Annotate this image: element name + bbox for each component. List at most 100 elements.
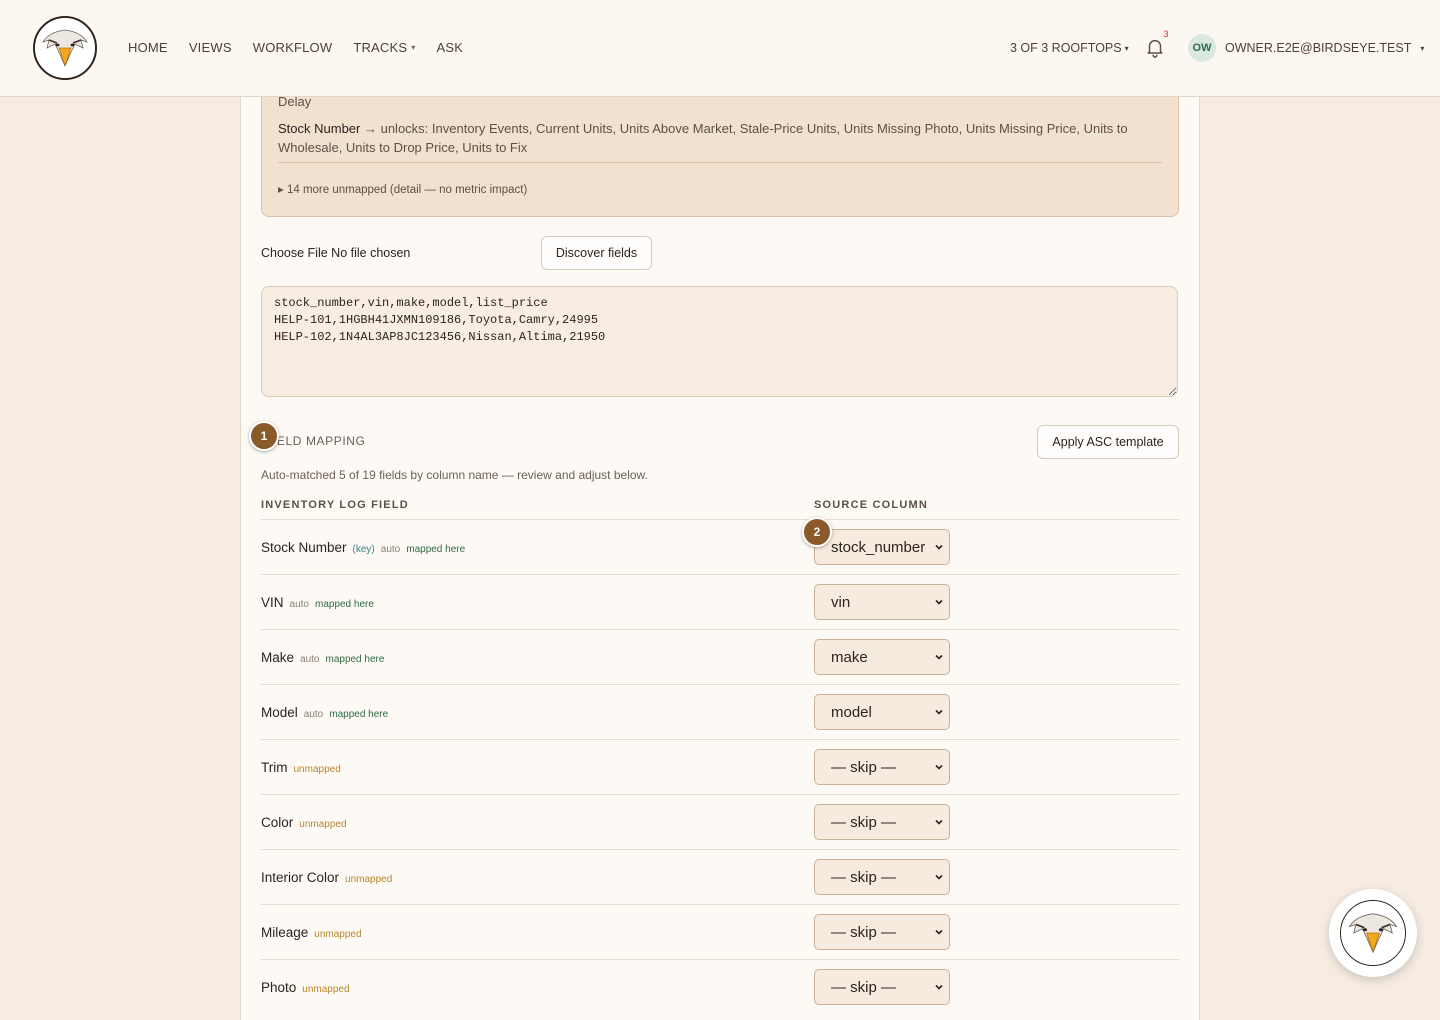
field-name: Mileage unmapped	[261, 925, 362, 940]
table-row: Model auto mapped here model	[261, 684, 1179, 739]
source-column-value: — skip —	[831, 814, 897, 831]
source-column-select[interactable]: — skip —	[814, 914, 950, 950]
status-tag: mapped here	[406, 544, 466, 555]
auto-tag: auto	[380, 544, 401, 555]
user-avatar[interactable]: OW	[1188, 34, 1216, 62]
eagle-logo-icon[interactable]	[33, 16, 97, 80]
status-tag: unmapped	[299, 819, 347, 830]
chevron-down-icon	[935, 819, 943, 825]
status-tag: unmapped	[302, 984, 350, 995]
field-name: Make auto mapped here	[261, 650, 384, 665]
status-tag: unmapped	[293, 764, 341, 775]
auto-tag: auto	[300, 654, 320, 665]
table-row: Photo unmapped — skip —	[261, 959, 1179, 1014]
nav-tracks-label: TRACKS	[353, 40, 408, 55]
source-column-value: — skip —	[831, 759, 897, 776]
caret-down-icon: ▾	[1124, 44, 1129, 53]
auto-match-note: Auto-matched 5 of 19 fields by column na…	[261, 468, 648, 482]
nav-workflow[interactable]: WORKFLOW	[253, 40, 333, 55]
source-column-select[interactable]: — skip —	[814, 859, 950, 895]
notice-unlock-text: Stock Number → unlocks: Inventory Events…	[278, 119, 1158, 157]
nav-ask[interactable]: ASK	[436, 40, 463, 55]
status-tag: mapped here	[314, 599, 374, 610]
source-column-select[interactable]: vin	[814, 584, 950, 620]
unlock-field-name: Stock Number	[278, 121, 361, 136]
auto-tag: auto	[303, 709, 324, 720]
top-navigation-bar: HOME VIEWS WORKFLOW TRACKS ▾ ASK 3 OF 3 R…	[0, 0, 1440, 97]
nav-views[interactable]: VIEWS	[189, 40, 232, 55]
field-label: Model	[261, 705, 298, 720]
field-label: Mileage	[261, 925, 309, 940]
source-column-value: model	[831, 704, 872, 721]
chevron-down-icon	[935, 709, 943, 715]
key-tag: (key)	[352, 544, 375, 555]
chevron-down-icon	[935, 984, 943, 990]
field-label: Make	[261, 650, 295, 665]
nav-home[interactable]: HOME	[128, 40, 168, 55]
source-column-select[interactable]: model	[814, 694, 950, 730]
table-row: Color unmapped — skip —	[261, 794, 1179, 849]
status-tag: unmapped	[314, 929, 362, 940]
table-row: Make auto mapped here make	[261, 629, 1179, 684]
choose-file-input[interactable]: Choose File No file chosen	[261, 246, 410, 260]
field-name: Interior Color unmapped	[261, 870, 392, 885]
chevron-down-icon	[935, 764, 943, 770]
field-label: Stock Number	[261, 540, 347, 555]
source-column-select[interactable]: — skip —	[814, 749, 950, 785]
more-unmapped-toggle[interactable]: ▸ 14 more unmapped (detail — no metric i…	[278, 182, 527, 196]
status-tag: mapped here	[329, 709, 389, 720]
field-name: Color unmapped	[261, 815, 347, 830]
field-mapping-title: FIELD MAPPING	[265, 434, 366, 448]
source-column-select[interactable]: stock_number	[814, 529, 950, 565]
field-name: Photo unmapped	[261, 980, 350, 995]
field-name: VIN auto mapped here	[261, 595, 374, 610]
field-label: Trim	[261, 760, 288, 775]
notice-divider	[278, 162, 1162, 163]
assistant-launcher-button[interactable]	[1329, 889, 1417, 977]
table-row: Stock Number (key) auto mapped here stock_n…	[261, 519, 1179, 574]
table-row: Interior Color unmapped — skip —	[261, 849, 1179, 904]
source-column-select[interactable]: — skip —	[814, 804, 950, 840]
field-label: Photo	[261, 980, 297, 995]
chevron-down-icon	[935, 544, 943, 550]
field-label: Color	[261, 815, 294, 830]
source-column-value: — skip —	[831, 979, 897, 996]
source-column-value: stock_number	[831, 539, 926, 556]
field-name: Model auto mapped here	[261, 705, 388, 720]
field-name: Stock Number (key) auto mapped here	[261, 540, 465, 555]
chevron-down-icon	[935, 929, 943, 935]
chevron-down-icon	[935, 599, 943, 605]
csv-sample-textarea[interactable]: stock_number,vin,make,model,list_price H…	[261, 286, 1178, 397]
status-tag: unmapped	[345, 874, 393, 885]
chevron-down-icon	[935, 654, 943, 660]
rooftop-selector-label: 3 OF 3 ROOFTOPS	[1010, 41, 1122, 55]
field-name: Trim unmapped	[261, 760, 341, 775]
auto-tag: auto	[289, 599, 309, 610]
notification-count-badge: 3	[1163, 29, 1169, 39]
main-nav: HOME VIEWS WORKFLOW TRACKS ▾ ASK	[128, 40, 463, 55]
chevron-down-icon	[935, 874, 943, 880]
rooftop-selector[interactable]: 3 OF 3 ROOFTOPS ▾	[1010, 41, 1129, 55]
source-column-value: make	[831, 649, 868, 666]
user-menu[interactable]: OWNER.E2E@BIRDSEYE.TEST ▾	[1225, 41, 1424, 55]
caret-down-icon: ▾	[1420, 44, 1425, 53]
source-column-value: vin	[831, 594, 851, 611]
apply-asc-template-button[interactable]: Apply ASC template	[1037, 425, 1179, 459]
column-header-source: SOURCE COLUMN	[814, 499, 928, 511]
step-marker-1: 1	[249, 421, 279, 451]
field-label: Interior Color	[261, 870, 340, 885]
source-column-select[interactable]: make	[814, 639, 950, 675]
status-tag: mapped here	[325, 654, 385, 665]
nav-tracks[interactable]: TRACKS ▾	[353, 40, 415, 55]
column-header-field: INVENTORY LOG FIELD	[261, 499, 409, 511]
source-column-value: — skip —	[831, 924, 897, 941]
table-row: Mileage unmapped — skip —	[261, 904, 1179, 959]
source-column-value: — skip —	[831, 869, 897, 886]
step-marker-2: 2	[802, 517, 832, 547]
caret-down-icon: ▾	[411, 43, 416, 52]
unlock-metrics-list: → unlocks: Inventory Events, Current Uni…	[278, 121, 1128, 155]
user-email-label: OWNER.E2E@BIRDSEYE.TEST	[1225, 41, 1412, 55]
discover-fields-button[interactable]: Discover fields	[541, 236, 652, 270]
table-row: Trim unmapped — skip —	[261, 739, 1179, 794]
field-label: VIN	[261, 595, 284, 610]
